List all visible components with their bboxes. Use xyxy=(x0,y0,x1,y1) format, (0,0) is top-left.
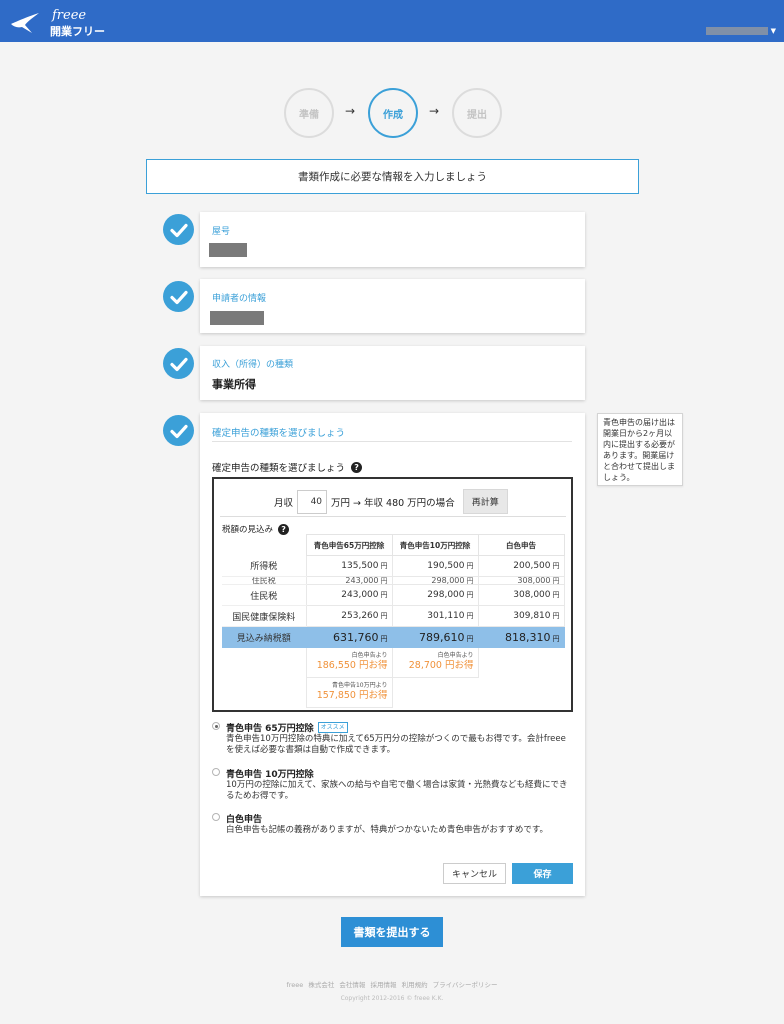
caret-down-icon: ▼ xyxy=(770,27,776,35)
column-blue-65: 青色申告65万円控除 xyxy=(305,534,393,556)
blue-return-deadline-tooltip: 青色申告の届け出は開業日から2ヶ月以内に提出する必要があります。開業届けと合わせ… xyxy=(597,413,683,486)
arrow-right-icon: → xyxy=(429,104,440,118)
row-label: 住民税 xyxy=(222,584,306,606)
footer-link-terms[interactable]: 利用規約 xyxy=(402,981,428,989)
option-title: 白色申告 xyxy=(226,815,263,825)
arrow-right-icon: → xyxy=(345,104,356,118)
applicant-card[interactable]: 申請者の情報 xyxy=(200,279,585,333)
table-cell: 298,000 円 xyxy=(391,576,479,585)
recommended-badge: オススメ xyxy=(317,722,348,733)
footer-link-privacy[interactable]: プライバシーポリシー xyxy=(433,981,498,989)
footer-link-company[interactable]: freee 株式会社 xyxy=(286,981,334,989)
return-type-card: 確定申告の種類を選びましょう 確定申告の種類を選びましょう ? 月収 40 万円… xyxy=(200,413,585,896)
table-header-row: 青色申告65万円控除 青色申告10万円控除 白色申告 xyxy=(222,534,565,556)
table-cell: 200,500 円 xyxy=(477,555,565,577)
table-cell: 243,000 円 xyxy=(305,584,393,606)
column-blue-10: 青色申告10万円控除 xyxy=(391,534,479,556)
column-white: 白色申告 xyxy=(477,534,565,556)
radio-button[interactable] xyxy=(212,768,220,776)
recalculate-button[interactable]: 再計算 xyxy=(462,489,508,514)
income-type-label: 収入（所得）の種類 xyxy=(212,360,294,370)
step-create: 作成 xyxy=(368,88,418,138)
income-type-card[interactable]: 収入（所得）の種類 事業所得 xyxy=(200,346,585,400)
instruction-banner: 書類作成に必要な情報を入力しましょう xyxy=(146,159,639,194)
table-cell: 818,310 円 xyxy=(477,626,565,648)
table-row: 国民健康保険料 253,260 円 301,110 円 309,810 円 xyxy=(222,605,565,627)
option-description: 10万円の控除に加えて、家族への給与や自宅で働く場合は家賃・光熱費なども経費にで… xyxy=(226,780,568,801)
masked-applicant-name xyxy=(210,311,264,325)
product-name: 開業フリー xyxy=(50,25,105,38)
option-title: 青色申告 65万円控除 オススメ xyxy=(226,721,348,734)
row-label: 住民税 xyxy=(222,576,306,585)
check-circle-icon xyxy=(163,348,194,379)
save-button[interactable]: 保存 xyxy=(512,863,573,884)
brand-name: freee xyxy=(52,8,87,23)
check-circle-icon xyxy=(163,415,194,446)
row-label: 見込み納税額 xyxy=(222,626,306,648)
savings-cell: 青色申告10万円より 157,850 円お得 xyxy=(305,677,393,708)
option-description: 白色申告も記帳の義務がありますが、特典がつかないため青色申告がおすすめです。 xyxy=(226,825,548,835)
monthly-income-input[interactable]: 40 xyxy=(297,489,328,514)
table-row-clipped: 住民税 243,000 円 298,000 円 308,000 円 xyxy=(222,576,565,585)
savings-cell: 白色申告より 28,700 円お得 xyxy=(391,647,479,678)
option-title: 青色申告 10万円控除 xyxy=(226,770,314,780)
table-row: 所得税 135,500 円 190,500 円 200,500 円 xyxy=(222,555,565,577)
masked-trade-name xyxy=(209,243,247,257)
table-cell: 190,500 円 xyxy=(391,555,479,577)
trade-name-label: 屋号 xyxy=(212,227,231,237)
table-cell: 298,000 円 xyxy=(391,584,479,606)
cancel-button[interactable]: キャンセル xyxy=(443,863,506,884)
check-circle-icon xyxy=(163,214,194,245)
question-text: 確定申告の種類を選びましょう xyxy=(212,463,346,474)
table-cell: 789,610 円 xyxy=(391,626,479,648)
step-prepare: 準備 xyxy=(284,88,334,138)
table-cell: 243,000 円 xyxy=(305,576,393,585)
freee-logo[interactable]: freee 開業フリー xyxy=(10,8,110,38)
divider xyxy=(212,441,572,442)
applicant-label: 申請者の情報 xyxy=(212,294,267,304)
radio-button[interactable] xyxy=(212,813,220,821)
savings-row: 青色申告10万円より 157,850 円お得 xyxy=(222,677,564,708)
return-type-question: 確定申告の種類を選びましょう ? xyxy=(212,460,363,474)
footer-link-careers[interactable]: 採用情報 xyxy=(371,981,397,989)
progress-steps: 準備 → 作成 → 提出 xyxy=(284,88,504,138)
table-row: 住民税 243,000 円 298,000 円 308,000 円 xyxy=(222,584,565,606)
submit-documents-button[interactable]: 書類を提出する xyxy=(341,917,443,947)
table-cell: 135,500 円 xyxy=(305,555,393,577)
masked-user-name xyxy=(705,27,768,35)
table-cell: 308,000 円 xyxy=(477,584,565,606)
savings-cell: 白色申告より 186,550 円お得 xyxy=(305,647,393,678)
table-cell: 309,810 円 xyxy=(477,605,565,627)
trade-name-card[interactable]: 屋号 xyxy=(200,212,585,267)
divider xyxy=(220,516,566,517)
total-row: 見込み納税額 631,760 円 789,610 円 818,310 円 xyxy=(222,626,565,648)
tax-simulator: 月収 40 万円 → 年収 480 万円の場合 再計算 税額の見込み ? 青色申… xyxy=(212,477,573,712)
user-menu[interactable]: ▼ xyxy=(705,26,776,36)
option-description: 青色申告10万円控除の特典に加えて65万円分の控除がつくので最もお得です。会計f… xyxy=(226,734,566,755)
table-cell: 301,110 円 xyxy=(391,605,479,627)
footer-links: freee 株式会社 会社情報 採用情報 利用規約 プライバシーポリシー xyxy=(0,979,784,989)
table-cell: 631,760 円 xyxy=(305,626,393,648)
savings-row: 白色申告より 186,550 円お得 白色申告より 28,700 円お得 xyxy=(222,647,564,678)
row-label: 国民健康保険料 xyxy=(222,605,306,627)
swallow-logo-icon xyxy=(11,13,39,33)
step-submit: 提出 xyxy=(452,88,502,138)
table-cell: 253,260 円 xyxy=(305,605,393,627)
tax-estimate-table: 青色申告65万円控除 青色申告10万円控除 白色申告 所得税 135,500 円 … xyxy=(222,534,565,708)
return-type-title: 確定申告の種類を選びましょう xyxy=(212,428,346,439)
income-row: 月収 40 万円 → 年収 480 万円の場合 再計算 xyxy=(274,489,508,514)
income-type-value: 事業所得 xyxy=(212,378,256,391)
check-circle-icon xyxy=(163,281,194,312)
radio-button[interactable] xyxy=(212,722,220,730)
help-icon[interactable]: ? xyxy=(351,461,363,473)
table-cell: 308,000 円 xyxy=(477,576,565,585)
help-icon[interactable]: ? xyxy=(278,523,290,535)
copyright: Copyright 2012-2016 © freee K.K. xyxy=(340,995,444,1002)
top-bar: freee 開業フリー ▼ xyxy=(0,0,784,42)
footer-link-about[interactable]: 会社情報 xyxy=(339,981,365,989)
row-label: 所得税 xyxy=(222,555,306,577)
annual-income-text: 万円 → 年収 480 万円の場合 xyxy=(331,497,455,509)
monthly-income-label: 月収 xyxy=(274,497,294,509)
